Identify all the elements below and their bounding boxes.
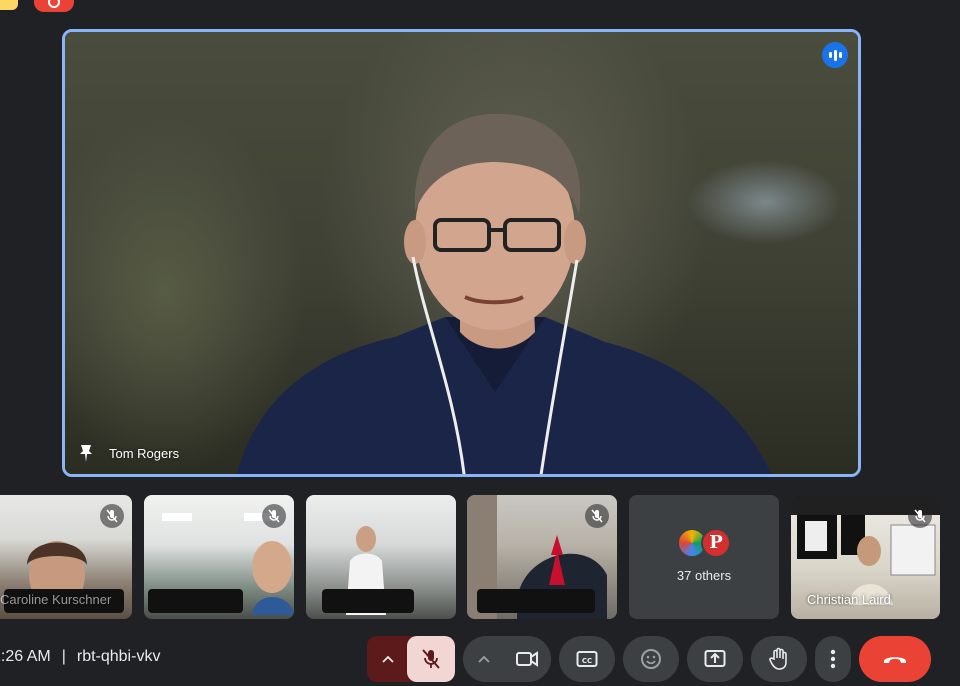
meeting-info: 1:26 AM | rbt-qhbi-vkv: [0, 648, 160, 666]
captions-button[interactable]: CC: [559, 636, 615, 682]
participant-tile-1[interactable]: Caroline Kurschner: [0, 495, 132, 619]
others-count: 37 others: [676, 567, 732, 583]
camera-control-group: [463, 636, 551, 682]
meeting-time: 1:26 AM: [0, 648, 51, 665]
microphone-button[interactable]: [407, 636, 455, 682]
main-speaker-name: Tom Rogers: [109, 445, 180, 461]
reactions-button[interactable]: [623, 636, 679, 682]
redaction-bar: [477, 589, 595, 613]
redaction-bar: [148, 589, 243, 613]
top-toolbar-button-record[interactable]: [34, 0, 74, 12]
emoji-icon: [641, 649, 661, 669]
top-toolbar-button-yellow[interactable]: [0, 0, 18, 10]
leave-call-button[interactable]: [859, 636, 931, 682]
mic-off-icon: [585, 504, 609, 528]
meet-window: Tom Rogers Caroline Kurschner P 37 other…: [0, 0, 960, 686]
mic-off-icon: [422, 649, 440, 669]
others-tile[interactable]: P 37 others: [629, 495, 779, 619]
hand-icon: [769, 647, 787, 670]
mic-off-icon: [262, 504, 286, 528]
present-button[interactable]: [687, 636, 743, 682]
svg-text:CC: CC: [582, 657, 592, 665]
mic-off-icon: [908, 504, 932, 528]
mic-options-button[interactable]: [367, 636, 409, 682]
avatar: P: [701, 527, 731, 558]
chevron-up-icon: [382, 655, 394, 663]
redaction-bar: [322, 589, 414, 613]
participant-tile-3[interactable]: [306, 495, 456, 619]
main-speaker-tile[interactable]: Tom Rogers: [62, 29, 861, 477]
mic-control-group: [367, 636, 455, 682]
participant-tile-5[interactable]: Christian Laird: [791, 495, 940, 619]
record-icon: [48, 0, 60, 8]
speaker-video: [237, 113, 772, 474]
mic-off-icon: [100, 504, 124, 528]
participant-tile-2[interactable]: [144, 495, 294, 619]
raise-hand-button[interactable]: [751, 636, 807, 682]
present-screen-icon: [704, 650, 726, 667]
speaking-indicator-icon: [822, 42, 848, 68]
participant-tile-4[interactable]: [467, 495, 617, 619]
call-end-icon: [884, 657, 906, 663]
others-avatars: P: [677, 527, 731, 558]
main-speaker-nameplate: Tom Rogers: [75, 442, 179, 464]
videocam-icon: [516, 651, 538, 667]
camera-options-button[interactable]: [463, 636, 505, 682]
more-vert-icon: [830, 649, 836, 669]
participant-name: Christian Laird: [807, 592, 891, 607]
pin-icon[interactable]: [75, 442, 97, 464]
divider: |: [61, 648, 66, 665]
more-options-button[interactable]: [815, 636, 851, 682]
meeting-code: rbt-qhbi-vkv: [76, 648, 161, 665]
chevron-up-icon: [478, 655, 490, 663]
closed-caption-icon: CC: [576, 651, 598, 667]
camera-button[interactable]: [503, 636, 551, 682]
participant-name: Caroline Kurschner: [0, 592, 112, 607]
